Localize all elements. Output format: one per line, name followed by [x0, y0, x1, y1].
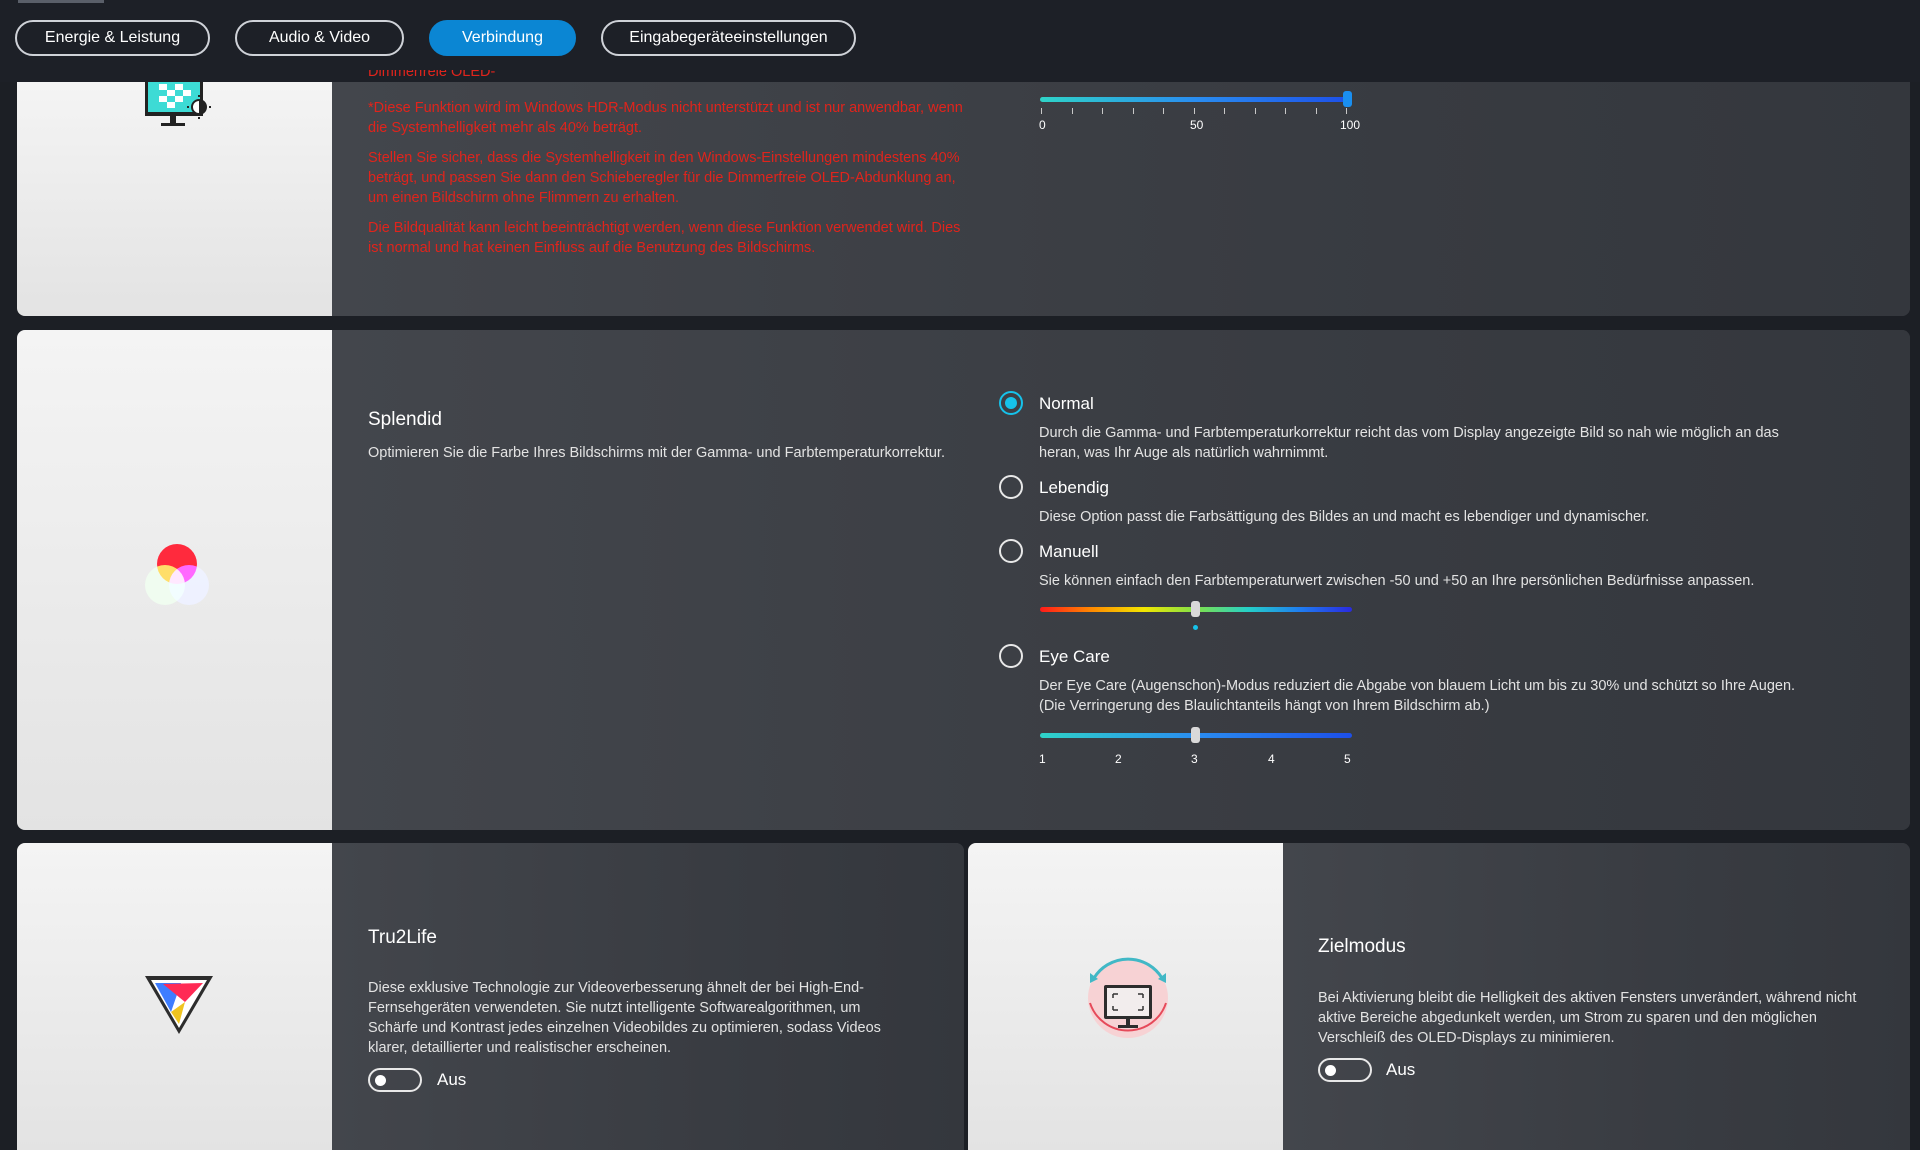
splendid-card-image-panel [17, 330, 332, 830]
tru2life-desc-3: Schärfe und Kontrast jedes einzelnen Vid… [368, 1020, 881, 1036]
option-eye-care-desc-2: (Die Verringerung des Blaulichtanteils h… [1039, 698, 1490, 714]
tru2life-desc-2: Fernsehgeräten verwendeten. Sie nutzt in… [368, 1000, 861, 1016]
tru2life-card-image-panel [17, 843, 332, 1150]
monitor-brightness-icon [145, 82, 211, 126]
eye-care-label-3: 3 [1191, 752, 1198, 766]
radio-normal[interactable] [999, 391, 1023, 415]
eye-care-label-1: 1 [1039, 752, 1046, 766]
tru2life-title: Tru2Life [368, 927, 437, 948]
oled-slider-tick [1163, 108, 1164, 114]
tru2life-triangle-icon [145, 976, 213, 1034]
option-manuell-label[interactable]: Manuell [1039, 542, 1099, 562]
zielmodus-toggle-knob [1325, 1065, 1336, 1076]
zielmodus-desc-1: Bei Aktivierung bleibt die Helligkeit de… [1318, 990, 1857, 1006]
tab-eingabegeraeteeinstellungen[interactable]: Eingabegeräteeinstellungen [601, 20, 856, 56]
radio-eye-care[interactable] [999, 644, 1023, 668]
eye-care-label-5: 5 [1344, 752, 1351, 766]
oled-slider-tick [1071, 108, 1073, 114]
option-lebendig-label[interactable]: Lebendig [1039, 478, 1109, 498]
oled-slider-mid-label: 50 [1190, 118, 1204, 132]
option-normal-desc-1: Durch die Gamma- und Farbtemperaturkorre… [1039, 425, 1779, 441]
radio-lebendig[interactable] [999, 475, 1023, 499]
option-eye-care-label[interactable]: Eye Care [1039, 647, 1110, 667]
tru2life-desc-4: klarer, detaillierter und realistischer … [368, 1040, 672, 1056]
oled-slider-tick [1193, 108, 1195, 114]
tru2life-toggle-knob [375, 1075, 386, 1086]
tru2life-desc-1: Diese exklusive Technologie zur Videover… [368, 980, 864, 996]
oled-warning-clipped: Dimmerfreie OLED- [368, 70, 496, 80]
oled-slider-max-label: 100 [1340, 118, 1361, 132]
oled-slider-tick [1224, 108, 1225, 114]
radio-manuell[interactable] [999, 539, 1023, 563]
option-normal-label[interactable]: Normal [1039, 394, 1094, 414]
oled-warning-3: Die Bildqualität kann leicht beeinträcht… [368, 220, 961, 256]
oled-dimming-slider-track[interactable] [1040, 97, 1352, 102]
zielmodus-title: Zielmodus [1318, 936, 1406, 957]
oled-warning-1: *Diese Funktion wird im Windows HDR-Modu… [368, 100, 963, 136]
rgb-color-circles-icon [145, 544, 209, 605]
color-temperature-slider-thumb[interactable] [1191, 601, 1200, 617]
tab-audio-video[interactable]: Audio & Video [235, 20, 404, 56]
option-lebendig-desc: Diese Option passt die Farbsättigung des… [1039, 509, 1650, 525]
tabbar-accent-line [18, 0, 104, 3]
oled-slider-tick [1041, 108, 1042, 114]
tru2life-toggle-label: Aus [437, 1070, 467, 1089]
zielmodus-desc-2: aktive Bereiche abgedunkelt werden, um S… [1318, 1010, 1817, 1026]
target-mode-monitor-icon [1088, 957, 1168, 1038]
tab-verbindung[interactable]: Verbindung [429, 20, 576, 56]
zielmodus-desc-3: Verschleiß des OLED-Displays zu minimier… [1318, 1030, 1615, 1046]
eye-care-label-2: 2 [1115, 752, 1122, 766]
option-manuell-desc: Sie können einfach den Farbtemperaturwer… [1039, 573, 1755, 589]
oled-slider-min-label: 0 [1039, 118, 1046, 132]
oled-slider-tick [1285, 108, 1286, 114]
oled-slider-tick [1254, 108, 1256, 114]
zielmodus-toggle-label: Aus [1386, 1060, 1416, 1079]
tru2life-toggle[interactable] [368, 1068, 422, 1092]
oled-slider-tick [1315, 108, 1317, 114]
color-temperature-center-dot [1193, 625, 1198, 630]
eye-care-label-4: 4 [1268, 752, 1275, 766]
splendid-description: Optimieren Sie die Farbe Ihres Bildschir… [368, 445, 945, 461]
option-normal-desc-2: heran, was Ihr Auge als natürlich wahrni… [1039, 445, 1329, 461]
oled-slider-tick [1132, 108, 1134, 114]
oled-warning-2: Stellen Sie sicher, dass die Systemhelli… [368, 150, 960, 206]
oled-slider-tick [1346, 108, 1347, 114]
oled-dimming-slider-thumb[interactable] [1343, 91, 1352, 107]
tab-energie-leistung[interactable]: Energie & Leistung [15, 20, 210, 56]
option-eye-care-desc-1: Der Eye Care (Augenschon)-Modus reduzier… [1039, 678, 1796, 694]
eye-care-slider-thumb[interactable] [1191, 727, 1200, 743]
zielmodus-toggle[interactable] [1318, 1058, 1372, 1082]
oled-slider-tick [1102, 108, 1103, 114]
oled-card-image-panel [17, 82, 332, 316]
splendid-title: Splendid [368, 409, 442, 430]
zielmodus-card-image-panel [968, 843, 1283, 1150]
